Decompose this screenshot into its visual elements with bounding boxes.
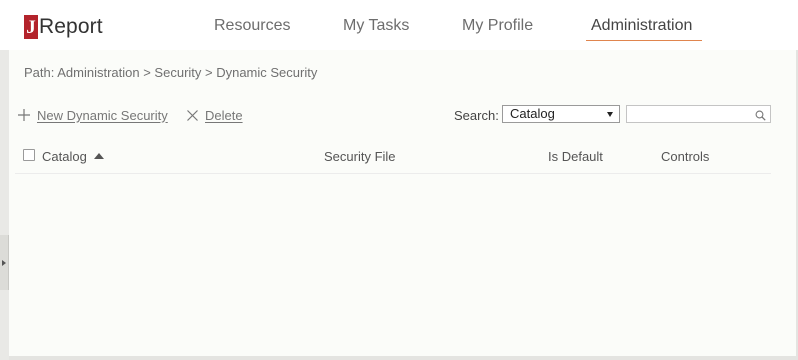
main-content: Path: Administration > Security > Dynami… (9, 50, 798, 360)
search-input-box (626, 105, 771, 123)
column-header-is-default[interactable]: Is Default (548, 149, 603, 164)
column-header-security-file[interactable]: Security File (324, 149, 396, 164)
dropdown-arrow-icon (607, 112, 613, 117)
jreport-logo[interactable]: J Report (24, 14, 103, 40)
logo-mark: J (24, 15, 38, 39)
x-icon (186, 109, 199, 122)
nav-administration[interactable]: Administration (591, 17, 692, 35)
search-field-selected: Catalog (510, 106, 555, 121)
delete-label: Delete (205, 107, 243, 123)
search-field-select[interactable]: Catalog (502, 105, 620, 123)
search-input[interactable] (630, 108, 750, 122)
table-header: Catalog Security File Is Default Control… (15, 141, 771, 174)
column-header-controls: Controls (661, 149, 710, 164)
left-panel-strip (0, 50, 9, 360)
expand-arrow-icon (2, 259, 6, 266)
column-catalog-label: Catalog (42, 149, 87, 164)
delete-button[interactable]: Delete (186, 107, 243, 123)
column-header-catalog[interactable]: Catalog (42, 149, 104, 164)
plus-icon (17, 108, 31, 122)
nav-my-tasks[interactable]: My Tasks (343, 17, 409, 35)
nav-resources[interactable]: Resources (214, 17, 290, 35)
expand-panel-button[interactable] (0, 235, 9, 290)
nav-active-underline (586, 40, 702, 41)
select-all-checkbox[interactable] (23, 149, 35, 161)
sort-ascending-icon (93, 153, 104, 159)
search-icon[interactable] (755, 108, 766, 126)
search-label: Search: (454, 108, 499, 123)
nav-my-profile[interactable]: My Profile (462, 17, 533, 35)
new-dynamic-security-label: New Dynamic Security (37, 107, 168, 123)
breadcrumb: Path: Administration > Security > Dynami… (24, 65, 318, 80)
logo-text: Report (39, 15, 103, 38)
top-header: J Report Resources My Tasks My Profile A… (0, 0, 798, 50)
new-dynamic-security-button[interactable]: New Dynamic Security (17, 107, 168, 123)
